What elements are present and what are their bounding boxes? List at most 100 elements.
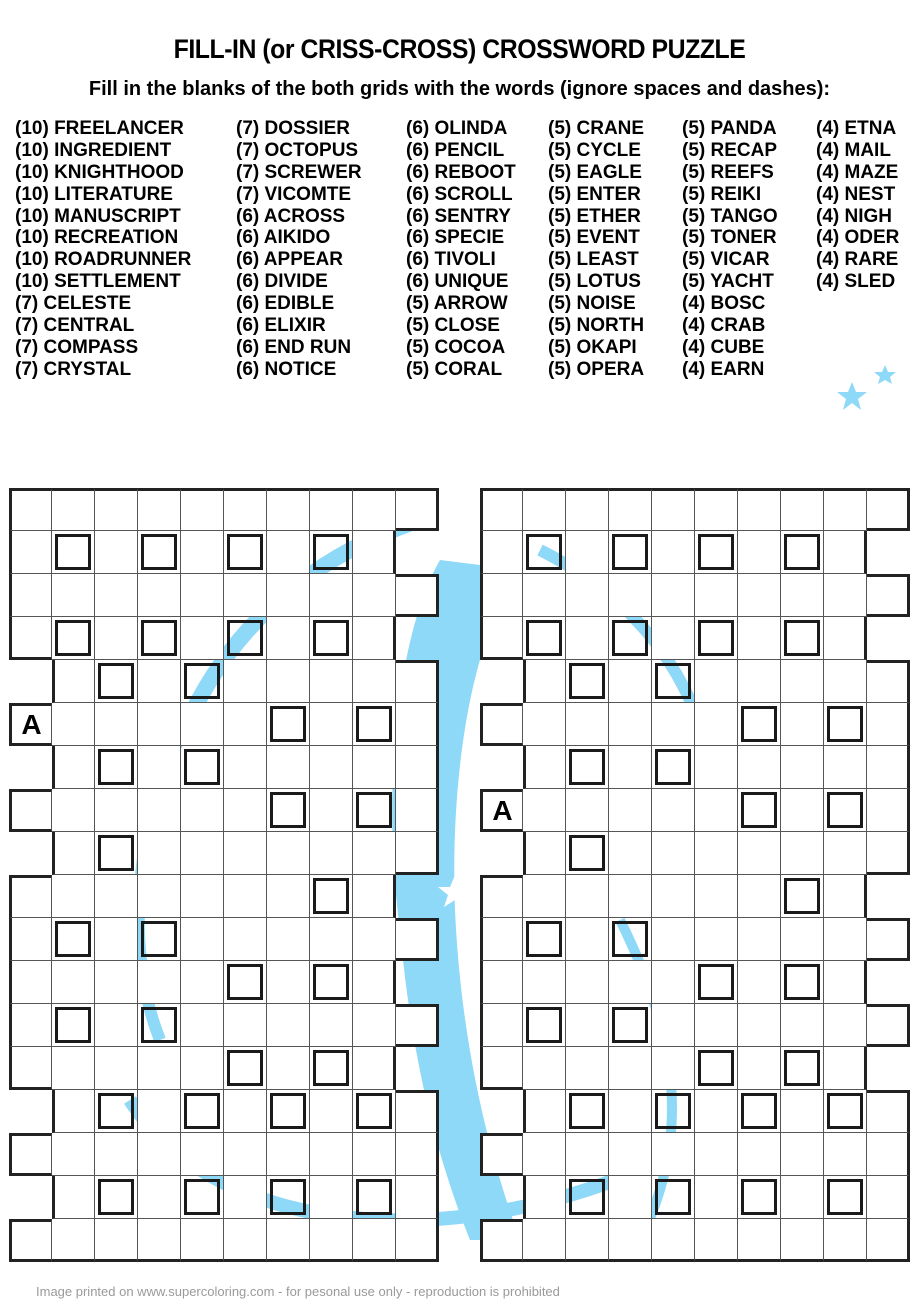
- grid-cell[interactable]: [480, 1004, 523, 1047]
- grid-cell[interactable]: [224, 1219, 267, 1262]
- grid-cell[interactable]: [95, 918, 138, 961]
- grid-cell[interactable]: [52, 746, 95, 789]
- grid-cell[interactable]: [652, 832, 695, 875]
- grid-cell[interactable]: [95, 1047, 138, 1090]
- grid-cell[interactable]: [652, 574, 695, 617]
- grid-cell[interactable]: [523, 703, 566, 746]
- grid-cell[interactable]: [609, 875, 652, 918]
- grid-cell[interactable]: [781, 1004, 824, 1047]
- grid-cell[interactable]: [267, 1219, 310, 1262]
- grid-cell[interactable]: [738, 1004, 781, 1047]
- grid-cell[interactable]: [224, 1004, 267, 1047]
- grid-cell[interactable]: [824, 574, 867, 617]
- grid-cell[interactable]: [867, 488, 910, 531]
- grid-cell[interactable]: [867, 574, 910, 617]
- grid-cell[interactable]: A: [480, 789, 523, 832]
- grid-cell[interactable]: [52, 875, 95, 918]
- grid-cell[interactable]: [181, 961, 224, 1004]
- grid-cell[interactable]: [566, 617, 609, 660]
- grid-cell[interactable]: [652, 1004, 695, 1047]
- grid-cell[interactable]: [138, 1176, 181, 1219]
- grid-cell[interactable]: [353, 1004, 396, 1047]
- grid-cell[interactable]: [652, 961, 695, 1004]
- grid-cell[interactable]: [95, 1133, 138, 1176]
- grid-cell[interactable]: [9, 488, 52, 531]
- grid-cell[interactable]: [609, 1219, 652, 1262]
- grid-cell[interactable]: [824, 1004, 867, 1047]
- grid-cell[interactable]: [353, 875, 396, 918]
- grid-cell[interactable]: [9, 918, 52, 961]
- grid-cell[interactable]: [695, 703, 738, 746]
- grid-cell[interactable]: [738, 1219, 781, 1262]
- grid-cell[interactable]: [695, 1004, 738, 1047]
- grid-cell[interactable]: [267, 1133, 310, 1176]
- grid-cell[interactable]: [695, 1176, 738, 1219]
- grid-cell[interactable]: [781, 660, 824, 703]
- grid-cell[interactable]: [824, 875, 867, 918]
- grid-cell[interactable]: [310, 1090, 353, 1133]
- grid-cell[interactable]: [95, 617, 138, 660]
- grid-cell[interactable]: [95, 1219, 138, 1262]
- grid-cell[interactable]: [52, 1133, 95, 1176]
- grid-cell[interactable]: [480, 1133, 523, 1176]
- grid-cell[interactable]: [523, 1047, 566, 1090]
- grid-cell[interactable]: [138, 488, 181, 531]
- grid-cell[interactable]: [652, 1133, 695, 1176]
- grid-cell[interactable]: [181, 1047, 224, 1090]
- grid-cell[interactable]: [396, 789, 439, 832]
- grid-cell[interactable]: [353, 746, 396, 789]
- grid-cell[interactable]: [695, 488, 738, 531]
- grid-cell[interactable]: [138, 1090, 181, 1133]
- grid-cell[interactable]: [95, 789, 138, 832]
- grid-cell[interactable]: [523, 1090, 566, 1133]
- grid-cell[interactable]: [652, 1047, 695, 1090]
- grid-cell[interactable]: [695, 1219, 738, 1262]
- grid-cell[interactable]: [738, 1133, 781, 1176]
- grid-cell[interactable]: [523, 488, 566, 531]
- grid-cell[interactable]: [310, 789, 353, 832]
- grid-cell[interactable]: [738, 918, 781, 961]
- grid-cell[interactable]: [9, 1047, 52, 1090]
- grid-cell[interactable]: [396, 660, 439, 703]
- grid-cell[interactable]: [138, 1219, 181, 1262]
- grid-cell[interactable]: [781, 1219, 824, 1262]
- grid-cell[interactable]: [523, 1219, 566, 1262]
- grid-cell[interactable]: [181, 875, 224, 918]
- grid-cell[interactable]: [310, 1004, 353, 1047]
- grid-cell[interactable]: [695, 1090, 738, 1133]
- grid-cell[interactable]: [781, 1176, 824, 1219]
- grid-cell[interactable]: [396, 703, 439, 746]
- grid-cell[interactable]: [566, 1004, 609, 1047]
- grid-cell[interactable]: [95, 574, 138, 617]
- grid-cell[interactable]: [695, 746, 738, 789]
- grid-cell[interactable]: [310, 703, 353, 746]
- grid-cell[interactable]: [695, 660, 738, 703]
- grid-cell[interactable]: [224, 832, 267, 875]
- grid-cell[interactable]: [224, 488, 267, 531]
- grid-cell[interactable]: [867, 1133, 910, 1176]
- grid-cell[interactable]: [566, 1133, 609, 1176]
- grid-cell[interactable]: [867, 1176, 910, 1219]
- grid-cell[interactable]: [824, 746, 867, 789]
- grid-cell[interactable]: [224, 574, 267, 617]
- grid-cell[interactable]: [781, 746, 824, 789]
- grid-cell[interactable]: [310, 832, 353, 875]
- grid-cell[interactable]: [867, 746, 910, 789]
- grid-cell[interactable]: [353, 531, 396, 574]
- grid-cell[interactable]: [138, 1133, 181, 1176]
- grid-cell[interactable]: [310, 918, 353, 961]
- grid-cell[interactable]: [181, 574, 224, 617]
- grid-cell[interactable]: [738, 488, 781, 531]
- grid-cell[interactable]: [824, 832, 867, 875]
- grid-cell[interactable]: [52, 574, 95, 617]
- grid-cell[interactable]: [267, 574, 310, 617]
- grid-cell[interactable]: [480, 961, 523, 1004]
- grid-cell[interactable]: [480, 703, 523, 746]
- grid-cell[interactable]: [824, 660, 867, 703]
- grid-cell[interactable]: [480, 617, 523, 660]
- grid-cell[interactable]: [824, 961, 867, 1004]
- grid-cell[interactable]: [396, 1004, 439, 1047]
- grid-cell[interactable]: [181, 1133, 224, 1176]
- grid-cell[interactable]: [523, 746, 566, 789]
- grid-cell[interactable]: [566, 488, 609, 531]
